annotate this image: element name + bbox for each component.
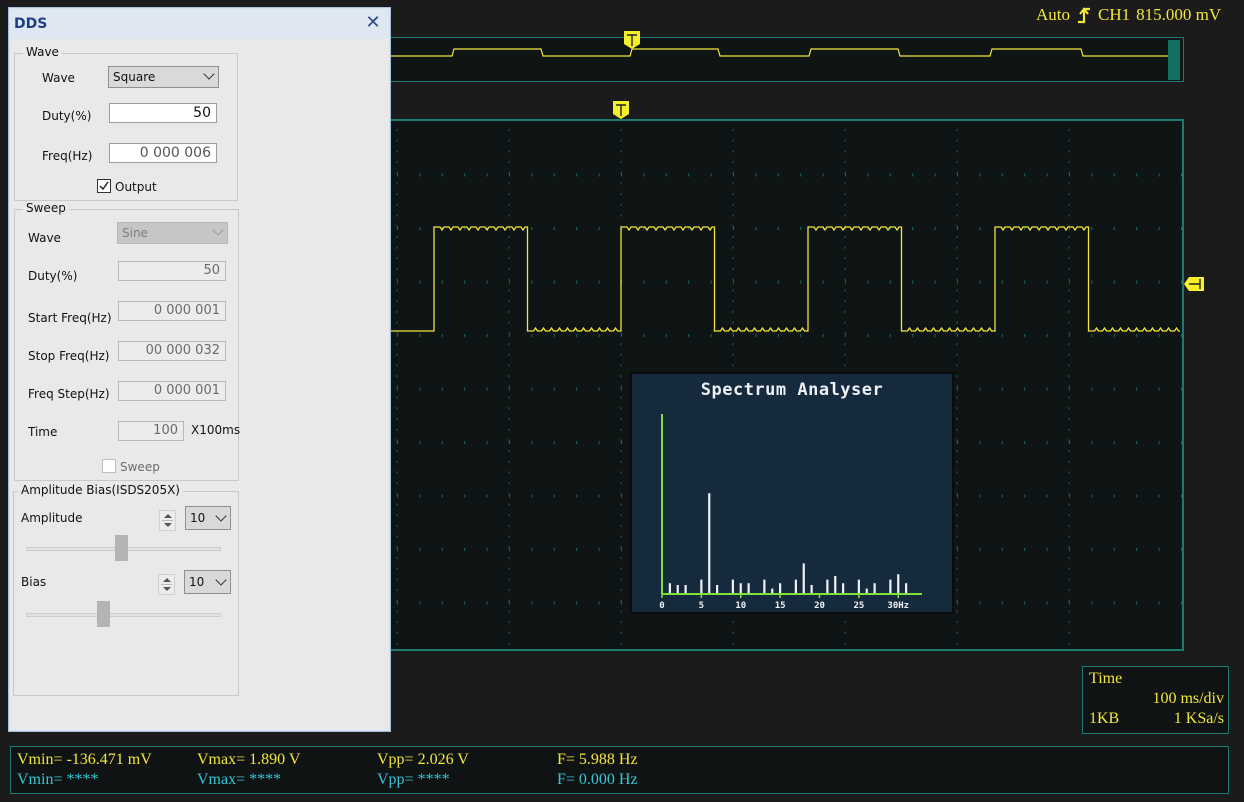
- ch1-vpp: Vpp= 2.026 V: [377, 751, 469, 768]
- spin-up-icon[interactable]: [164, 514, 172, 518]
- chevron-down-icon: [215, 574, 227, 586]
- chevron-down-icon: [212, 224, 224, 236]
- sweep-duty-label: Duty(%): [28, 269, 78, 283]
- bias-slider-track[interactable]: [26, 613, 221, 617]
- wave-label: Wave: [42, 71, 75, 85]
- ch2-measurements: Vmin= **** Vmax= **** Vpp= **** F= 0.000…: [11, 771, 1228, 791]
- overview-trace: [389, 48, 1179, 57]
- start-freq-input[interactable]: 0 000 001: [118, 301, 226, 321]
- measurements-panel: Vmin= -136.471 mV Vmax= 1.890 V Vpp= 2.0…: [10, 746, 1229, 794]
- spin-up-icon[interactable]: [163, 578, 171, 582]
- wave-select-value: Square: [113, 70, 156, 84]
- time-step-input[interactable]: 100: [118, 421, 184, 441]
- spin-down-icon[interactable]: [163, 587, 171, 591]
- sweep-wave-select[interactable]: Sine: [117, 222, 228, 244]
- ch1-vmax: Vmax= 1.890 V: [197, 751, 301, 768]
- spectrum-analyser-image: Spectrum Analyser 0 5 10 15 20 25 30Hz: [630, 372, 954, 614]
- spectrum-tick-label: 20: [814, 601, 825, 611]
- dds-title: DDS: [14, 16, 48, 32]
- amplitude-spinner[interactable]: [159, 510, 176, 531]
- freq-step-label: Freq Step(Hz): [28, 387, 110, 401]
- chevron-down-icon: [203, 68, 215, 80]
- overview-trigger-marker[interactable]: [623, 30, 641, 50]
- start-freq-label: Start Freq(Hz): [28, 311, 112, 325]
- ch1-measurements: Vmin= -136.471 mV Vmax= 1.890 V Vpp= 2.0…: [11, 751, 1228, 771]
- ch2-frequency: F= 0.000 Hz: [557, 771, 638, 788]
- wave-group: Wave Wave Square Duty(%) 50 Freq(Hz) 0 0…: [14, 45, 238, 201]
- trigger-status: Auto CH1 815.000 mV: [1036, 5, 1221, 25]
- trigger-level-marker[interactable]: [1183, 275, 1205, 293]
- spectrum-tick-label: 10: [735, 601, 746, 611]
- bias-label: Bias: [21, 575, 47, 589]
- spin-down-icon[interactable]: [164, 523, 172, 527]
- duty-label: Duty(%): [42, 109, 92, 123]
- stop-freq-input[interactable]: 00 000 032: [118, 341, 226, 361]
- spectrum-tick-label: 30Hz: [887, 601, 909, 611]
- trigger-level: 815.000 mV: [1136, 5, 1222, 24]
- amplitude-label: Amplitude: [21, 511, 83, 525]
- ch2-vpp: Vpp= ****: [377, 771, 450, 788]
- overview-waveform: [389, 48, 1179, 57]
- chevron-down-icon: [215, 510, 227, 522]
- spectrum-tick-label: 15: [775, 601, 786, 611]
- freq-input[interactable]: 0 000 006: [109, 143, 217, 163]
- bias-slider-thumb[interactable]: [96, 601, 110, 627]
- time-step-unit: X100ms: [191, 423, 241, 437]
- amplitude-bias-group: Amplitude Bias(ISDS205X) Amplitude 10 Bi…: [13, 483, 239, 696]
- amplitude-select[interactable]: 10: [185, 506, 231, 530]
- ch2-vmin: Vmin= ****: [17, 771, 99, 788]
- close-icon[interactable]: ✕: [363, 13, 383, 33]
- stop-freq-label: Stop Freq(Hz): [28, 349, 110, 363]
- output-checkbox[interactable]: [97, 179, 111, 193]
- bias-select-value: 10: [189, 575, 205, 589]
- timebase-title: Time: [1089, 670, 1123, 687]
- memory-depth: 1KB: [1089, 710, 1120, 727]
- output-label: Output: [115, 180, 157, 194]
- checkmark-icon: [99, 181, 109, 191]
- trigger-channel: CH1: [1098, 5, 1131, 24]
- sweep-wave-select-value: Sine: [122, 226, 148, 240]
- spectrum-tick-label: 25: [853, 601, 864, 611]
- trigger-position-marker[interactable]: [612, 100, 630, 120]
- amplitude-bias-legend: Amplitude Bias(ISDS205X): [18, 483, 183, 497]
- ch2-vmax: Vmax= ****: [197, 771, 282, 788]
- sweep-duty-input[interactable]: 50: [118, 261, 226, 281]
- sweep-group-legend: Sweep: [23, 201, 69, 215]
- sweep-checkbox[interactable]: [102, 459, 116, 473]
- sample-rate: 1 KSa/s: [1173, 710, 1224, 727]
- freq-label: Freq(Hz): [42, 149, 93, 163]
- amplitude-select-value: 10: [190, 511, 206, 525]
- trigger-mode: Auto: [1036, 5, 1070, 24]
- freq-step-input[interactable]: 0 000 001: [118, 381, 226, 401]
- sweep-wave-label: Wave: [28, 231, 61, 245]
- dds-titlebar[interactable]: DDS ✕: [10, 9, 389, 39]
- sweep-checkbox-label: Sweep: [120, 460, 160, 474]
- duty-input[interactable]: 50: [109, 103, 217, 123]
- timebase-panel: Time 100 ms/div 1KB 1 KSa/s: [1082, 666, 1229, 734]
- amplitude-slider-thumb[interactable]: [115, 535, 129, 561]
- ch1-waveform: [390, 226, 1180, 332]
- timebase-value: 100 ms/div: [1152, 690, 1224, 707]
- spectrum-tick-label: 0: [659, 601, 664, 611]
- wave-select[interactable]: Square: [108, 66, 219, 88]
- bias-select[interactable]: 10: [184, 570, 231, 594]
- time-step-label: Time Step(ms): [28, 425, 58, 439]
- waveform-overview[interactable]: [388, 37, 1184, 82]
- ch1-frequency: F= 5.988 Hz: [557, 751, 638, 768]
- bias-spinner[interactable]: [158, 574, 175, 595]
- spectrum-tick-label: 5: [699, 601, 704, 611]
- rising-edge-icon: [1078, 7, 1090, 24]
- sweep-group: Sweep Wave Sine Duty(%) 50 Start Freq(Hz…: [14, 201, 241, 481]
- ch1-vmin: Vmin= -136.471 mV: [17, 751, 152, 768]
- overview-view-window[interactable]: [1168, 40, 1180, 80]
- spectrum-plot: 0 5 10 15 20 25 30Hz: [659, 414, 922, 611]
- dds-dialog: DDS ✕ Wave Wave Square Duty(%) 50 Freq(H…: [8, 7, 391, 732]
- wave-group-legend: Wave: [23, 45, 62, 59]
